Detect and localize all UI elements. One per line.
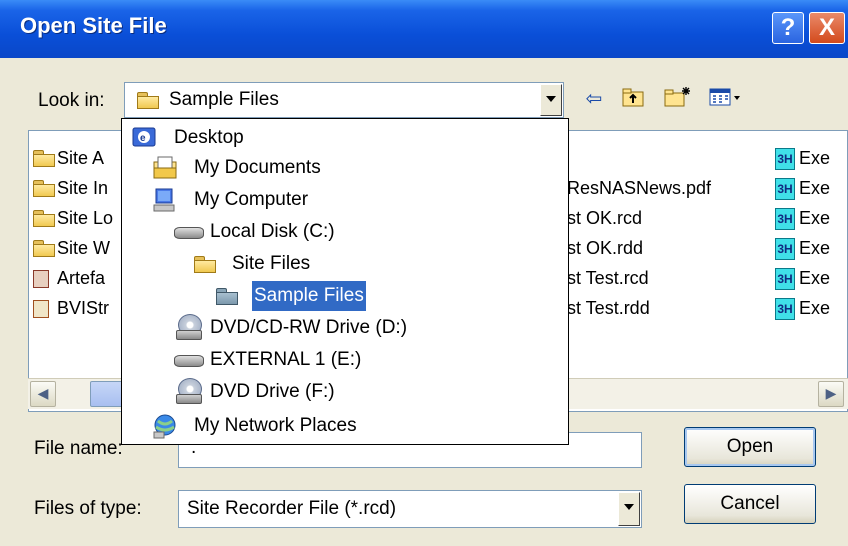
view-menu-icon[interactable] — [708, 86, 744, 110]
title-bar[interactable]: Open Site File ? X — [0, 0, 848, 58]
exe-badge-icon: 3H — [775, 208, 795, 230]
document-icon — [33, 270, 49, 288]
scroll-left-icon[interactable]: ◀ — [30, 381, 56, 407]
folder-icon — [33, 210, 55, 227]
up-folder-icon[interactable] — [620, 86, 648, 110]
list-item[interactable]: st Test.rdd — [567, 295, 650, 321]
open-button[interactable]: Open — [684, 427, 816, 467]
folder-icon — [137, 92, 159, 109]
file-name-label: File name: — [34, 438, 123, 459]
folder-icon — [33, 180, 55, 197]
shortcut-icon — [33, 300, 49, 318]
desktop-icon: e — [132, 127, 156, 147]
list-item[interactable]: ResNASNews.pdf — [567, 175, 711, 201]
file-type-select[interactable]: Site Recorder File (*.rcd) — [178, 490, 642, 528]
back-arrow-icon[interactable]: ⇦ — [580, 86, 608, 110]
exe-badge-icon: 3H — [775, 268, 795, 290]
list-item[interactable]: st Test.rcd — [567, 265, 649, 291]
folder-open-icon — [216, 288, 238, 305]
exe-badge-icon: 3H — [775, 178, 795, 200]
look-in-value: Sample Files — [169, 89, 279, 110]
window-title: Open Site File — [20, 13, 167, 38]
folder-icon — [194, 256, 216, 273]
hard-drive-icon — [174, 227, 204, 239]
exe-badge-icon: 3H — [775, 298, 795, 320]
chevron-down-icon[interactable] — [540, 84, 562, 116]
look-in-dropdown-list[interactable]: e Desktop My Documents My Computer Local… — [121, 118, 569, 445]
svg-text:e: e — [140, 133, 146, 144]
network-places-icon — [153, 414, 176, 439]
hard-drive-icon — [174, 355, 204, 367]
file-type-value: Site Recorder File (*.rcd) — [187, 498, 397, 519]
close-button[interactable]: X — [809, 12, 845, 44]
cd-drive-icon — [176, 378, 202, 406]
list-item[interactable]: st OK.rdd — [567, 235, 643, 261]
new-folder-icon[interactable] — [664, 86, 692, 110]
look-in-combo[interactable]: Sample Files — [124, 82, 564, 118]
list-item[interactable]: st OK.rcd — [567, 205, 642, 231]
open-site-file-dialog: Open Site File ? X Look in: Sample Files… — [0, 0, 848, 546]
cd-drive-icon — [176, 314, 202, 342]
file-type-label: Files of type: — [34, 498, 142, 519]
exe-badge-icon: 3H — [775, 148, 795, 170]
my-documents-icon — [153, 156, 177, 179]
help-button[interactable]: ? — [772, 12, 804, 44]
folder-icon — [33, 240, 55, 257]
exe-badge-icon: 3H — [775, 238, 795, 260]
folder-icon — [33, 150, 55, 167]
cancel-button[interactable]: Cancel — [684, 484, 816, 524]
look-in-label: Look in: — [38, 90, 105, 111]
my-computer-icon — [153, 188, 175, 212]
scroll-right-icon[interactable]: ▶ — [818, 381, 844, 407]
chevron-down-icon[interactable] — [618, 492, 640, 526]
